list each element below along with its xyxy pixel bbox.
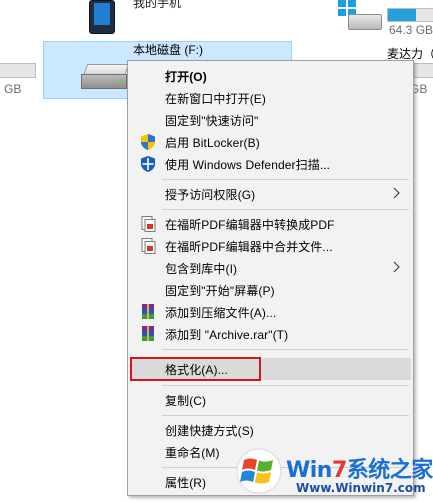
menu-separator [162, 209, 409, 210]
menu-item-label: 创建快捷方式(S) [165, 424, 254, 438]
windows-drive-size: 64.3 GB [389, 23, 433, 37]
selected-drive-label[interactable]: 本地磁盘 (F:) [133, 41, 203, 58]
menu-item-label: 包含到库中(I) [165, 262, 238, 276]
menu-item-label: 固定到"快速访问" [165, 114, 259, 128]
hard-drive-icon[interactable] [81, 64, 130, 90]
menu-separator [162, 385, 409, 386]
menu-item-create-shortcut[interactable]: 创建快捷方式(S) [130, 419, 411, 441]
menu-item-label: 属性(R) [165, 476, 207, 490]
menu-item-label: 使用 Windows Defender扫描... [165, 158, 331, 172]
context-menu: 打开(O) 在新窗口中打开(E) 固定到"快速访问" 启用 BitLocker(… [127, 60, 414, 496]
windows-flag-logo [232, 446, 286, 496]
watermark-title: Win7系统之家 [286, 458, 433, 483]
menu-item-defender-scan[interactable]: 使用 Windows Defender扫描... [130, 153, 411, 175]
menu-item-label: 在福昕PDF编辑器中合并文件... [165, 240, 333, 254]
left-drive-size: GB [4, 82, 22, 96]
foxit-pdf-icon [139, 237, 157, 255]
menu-separator [162, 179, 409, 180]
submenu-arrow-icon [393, 261, 401, 273]
menu-item-label: 在福昕PDF编辑器中转换成PDF [165, 218, 335, 232]
menu-item-foxit-convert[interactable]: 在福昕PDF编辑器中转换成PDF [130, 213, 411, 235]
menu-item-bitlocker[interactable]: 启用 BitLocker(B) [130, 131, 411, 153]
watermark-url: Www.Winwin7.com [296, 481, 426, 495]
menu-item-grant-access[interactable]: 授予访问权限(G) [130, 183, 411, 205]
menu-item-include-library[interactable]: 包含到库中(I) [130, 257, 411, 279]
windows-drive-icon[interactable] [338, 0, 382, 30]
left-drive-usage-bar [0, 63, 36, 78]
windows-drive-usage-bar [387, 8, 433, 22]
shield-uac-icon [139, 133, 157, 151]
menu-item-add-archive-rar[interactable]: 添加到 "Archive.rar"(T) [130, 323, 411, 345]
menu-item-label: 授予访问权限(G) [165, 188, 256, 202]
menu-item-label: 固定到"开始"屏幕(P) [165, 284, 275, 298]
menu-item-pin-start[interactable]: 固定到"开始"屏幕(P) [130, 279, 411, 301]
menu-separator [162, 415, 409, 416]
foxit-pdf-icon [139, 215, 157, 233]
menu-item-label: 添加到压缩文件(A)... [165, 306, 277, 320]
menu-item-open-new-window[interactable]: 在新窗口中打开(E) [130, 87, 411, 109]
menu-separator [162, 349, 409, 350]
menu-item-label: 打开(O) [165, 70, 207, 84]
menu-item-open[interactable]: 打开(O) [130, 65, 411, 87]
phone-icon[interactable] [89, 0, 115, 34]
phone-label[interactable]: 我的手机 [133, 0, 181, 11]
winrar-icon [139, 303, 157, 321]
submenu-arrow-icon [393, 187, 401, 199]
menu-item-foxit-merge[interactable]: 在福昕PDF编辑器中合并文件... [130, 235, 411, 257]
winrar-icon [139, 325, 157, 343]
menu-item-label: 添加到 "Archive.rar"(T) [165, 328, 289, 342]
menu-item-label: 复制(C) [165, 394, 207, 408]
menu-item-label: 在新窗口中打开(E) [165, 92, 266, 106]
menu-item-pin-quick-access[interactable]: 固定到"快速访问" [130, 109, 411, 131]
menu-item-add-archive[interactable]: 添加到压缩文件(A)... [130, 301, 411, 323]
windows-defender-icon [139, 155, 157, 173]
menu-item-label: 重命名(M) [165, 446, 220, 460]
format-highlight-box [130, 357, 261, 381]
menu-item-label: 启用 BitLocker(B) [165, 136, 260, 150]
watermark-accent-digit: 7 [331, 458, 347, 483]
menu-item-copy[interactable]: 复制(C) [130, 389, 411, 411]
